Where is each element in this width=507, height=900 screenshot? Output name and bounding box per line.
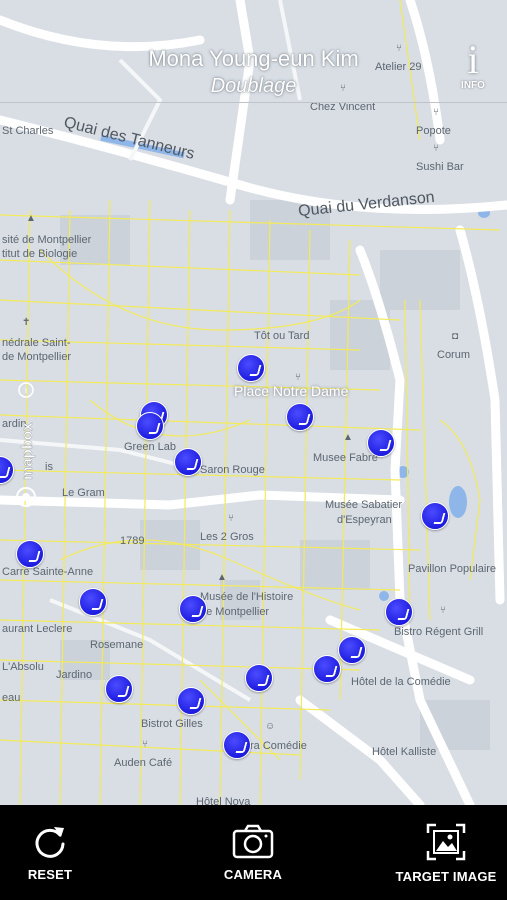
place-label: titut de Biologie: [2, 248, 78, 260]
place-label: Hôtel Kalliste: [372, 746, 437, 758]
camera-button[interactable]: CAMERA: [215, 823, 291, 893]
location-marker[interactable]: [367, 429, 395, 457]
place-label: Popote: [416, 125, 451, 137]
place-label: St Charles: [2, 125, 54, 137]
place-label: Musée de l'Histoire: [200, 591, 294, 603]
museum-icon: ▲: [217, 572, 227, 583]
location-marker[interactable]: [223, 731, 251, 759]
place-label: Bistrot Gilles: [141, 718, 203, 730]
restaurant-icon: ⑂: [433, 143, 439, 154]
place-label: Sushi Bar: [416, 161, 464, 173]
bottom-toolbar: RESET CAMERA TARGET IMAGE: [0, 805, 507, 900]
place-label: Green Lab: [124, 441, 176, 453]
target-image-button[interactable]: TARGET IMAGE: [388, 823, 504, 893]
museum-icon: ▲: [26, 213, 36, 224]
location-marker[interactable]: [286, 403, 314, 431]
place-label: Jardino: [56, 669, 93, 681]
location-marker[interactable]: [421, 502, 449, 530]
camera-label: CAMERA: [223, 867, 283, 882]
location-marker[interactable]: [179, 595, 207, 623]
location-marker[interactable]: [16, 540, 44, 568]
location-marker[interactable]: [338, 636, 366, 664]
place-label: Corum: [437, 349, 471, 361]
church-icon: ✝: [22, 317, 31, 328]
location-marker[interactable]: [136, 412, 164, 440]
place-label: Le Gram: [62, 487, 105, 499]
place-label: Hôtel de la Comédie: [351, 676, 451, 688]
place-label: Musee Fabre: [313, 452, 378, 464]
page-subtitle: Doublage: [210, 75, 297, 97]
location-marker[interactable]: [313, 655, 341, 683]
info-icon: i: [467, 37, 479, 82]
restaurant-icon: ⑂: [295, 372, 301, 383]
location-marker[interactable]: [174, 448, 202, 476]
place-label: Pavillon Populaire: [408, 563, 497, 575]
place-label: Saron Rouge: [200, 464, 265, 476]
place-label: 1789: [120, 535, 145, 547]
place-label: de Montpellier: [2, 351, 72, 363]
mapbox-wordmark: mapbox: [19, 422, 36, 480]
target-image-label: TARGET IMAGE: [395, 869, 497, 884]
place-label: nédrale Saint-: [2, 337, 71, 349]
info-button[interactable]: i INFO: [453, 40, 493, 96]
location-marker[interactable]: [385, 598, 413, 626]
target-image-icon: [426, 823, 466, 861]
place-label: is: [45, 461, 53, 473]
svg-text:i: i: [25, 385, 27, 395]
location-marker[interactable]: [105, 675, 133, 703]
place-label: aurant Leclere: [2, 623, 73, 635]
place-label: eau: [2, 692, 21, 704]
header: Mona Young-eun Kim Doublage i INFO: [0, 40, 507, 103]
place-label: de Montpellier: [200, 606, 270, 618]
theatre-icon: ☺: [265, 721, 276, 732]
museum-icon: ▲: [343, 432, 353, 443]
place-label: Hôtel Nova: [196, 796, 251, 805]
place-label: Tôt ou Tard: [254, 330, 310, 342]
location-marker[interactable]: [177, 687, 205, 715]
place-label: Auden Café: [114, 757, 173, 769]
restaurant-icon: ⑂: [228, 513, 234, 524]
page-title: Mona Young-eun Kim: [148, 46, 359, 71]
place-label: ra Comédie: [250, 740, 307, 752]
reset-button[interactable]: RESET: [18, 823, 82, 893]
camera-icon: [232, 824, 274, 859]
place-label: Bistro Régent Grill: [394, 626, 484, 638]
place-label: Musée Sabatier: [325, 499, 403, 511]
mapbox-logo[interactable]: i mapbox: [14, 380, 38, 510]
restaurant-icon: ⑂: [433, 107, 439, 118]
info-button-label: INFO: [461, 80, 485, 91]
restaurant-icon: ⑂: [440, 605, 446, 616]
place-label: Rosemane: [90, 639, 144, 651]
restaurant-icon: ⑂: [142, 739, 148, 750]
location-marker[interactable]: [79, 588, 107, 616]
reset-icon: [35, 827, 65, 858]
place-label: Carre Sainte-Anne: [2, 566, 94, 578]
map-view[interactable]: Quai des Tanneurs Quai du Verdanson Atel…: [0, 0, 507, 805]
location-marker[interactable]: [237, 354, 265, 382]
place-label: d'Espeyran: [337, 514, 392, 526]
place-label: Les 2 Gros: [200, 531, 254, 543]
place-label: L'Absolu: [2, 661, 44, 673]
location-marker[interactable]: [245, 664, 273, 692]
selected-place-label: Place Notre Dame: [234, 383, 349, 399]
reset-label: RESET: [27, 867, 73, 882]
place-label: sité de Montpellier: [2, 234, 92, 246]
building-icon: ◘: [452, 331, 459, 342]
